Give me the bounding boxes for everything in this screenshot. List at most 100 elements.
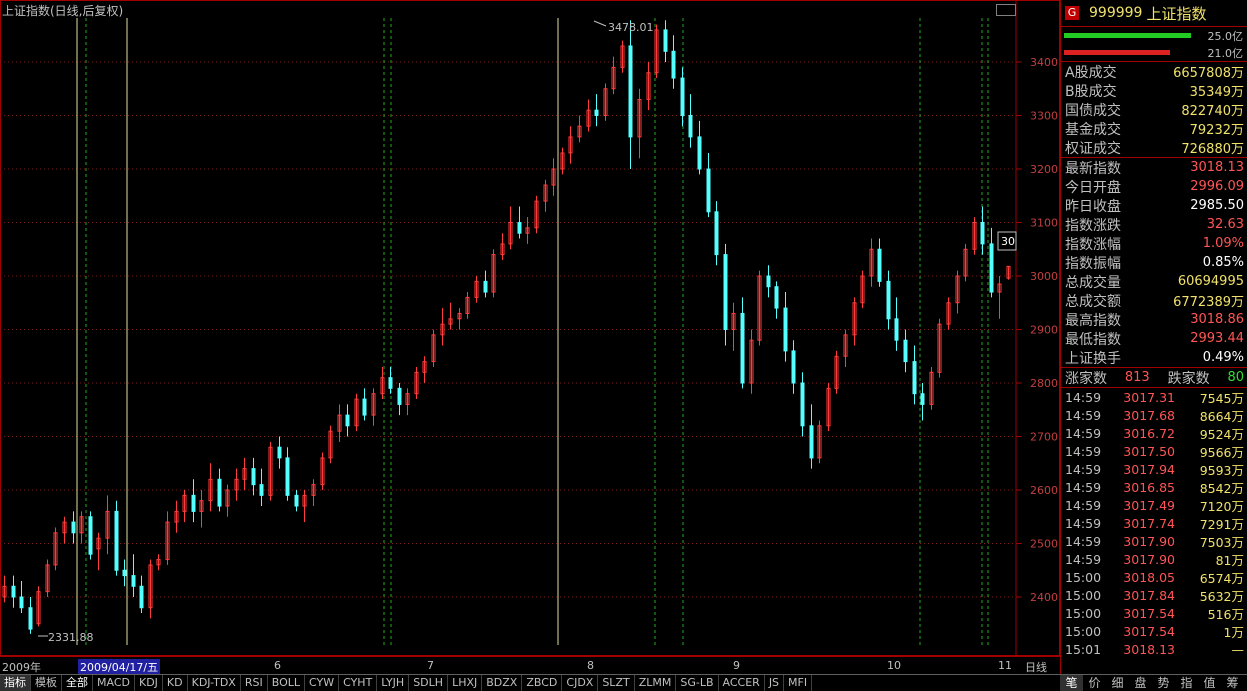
indicator-tab-lyjh[interactable]: LYJH: [377, 675, 410, 691]
tick-time: 15:00: [1065, 623, 1102, 639]
indicator-tab-macd[interactable]: MACD: [93, 675, 135, 691]
tick-price: 3017.90: [1123, 533, 1175, 549]
tick-price: 3017.31: [1123, 389, 1175, 405]
g-badge[interactable]: G: [1065, 6, 1079, 20]
x-label-year: 2009年: [2, 661, 41, 674]
tick-row: 15:00 3018.05 6574万: [1061, 568, 1247, 586]
candle-body: [277, 446, 282, 459]
volume-value: 6657808万: [1173, 66, 1244, 81]
volume-label: 基金成交: [1065, 121, 1121, 138]
indicator-tab-zlmm[interactable]: ZLMM: [635, 675, 677, 691]
indicator-tab-sdlh[interactable]: SDLH: [409, 675, 449, 691]
up-count: 813: [1124, 370, 1150, 385]
indicator-tab-accer[interactable]: ACCER: [719, 675, 765, 691]
volume-value: 726880万: [1181, 142, 1244, 157]
indicator-tab-mfi[interactable]: MFI: [784, 675, 813, 691]
kline-chart[interactable]: 2400 2500 2600 2700 2800 2900 3000 3100 3200 3300…: [0, 0, 1060, 674]
stat-row: 昨日收盘 2985.50: [1061, 196, 1247, 215]
indicator-tab-kdj[interactable]: KDJ: [135, 675, 163, 691]
indicator-tab-cyw[interactable]: CYW: [305, 675, 340, 691]
stat-row: 最低指数 2993.44: [1061, 329, 1247, 348]
y-tick-label: 3400: [1030, 56, 1058, 69]
candle-body: [388, 377, 393, 389]
y-tick-label: 2900: [1030, 324, 1058, 337]
tick-volume: 7291万: [1199, 516, 1244, 532]
panel-tab-1[interactable]: 价: [1083, 675, 1106, 691]
tick-price: 3017.50: [1123, 443, 1175, 459]
candle-body: [920, 393, 925, 405]
indicator-tab-lhxj[interactable]: LHXJ: [448, 675, 483, 691]
tick-time: 14:59: [1065, 497, 1102, 513]
indicator-tab-模板[interactable]: 模板: [31, 675, 62, 691]
tick-list[interactable]: 14:59 3017.31 7545万 14:59 3017.68 8664万 14…: [1061, 388, 1247, 658]
stat-label: 指数涨跌: [1065, 217, 1121, 234]
x-label-month-7: 7: [427, 659, 434, 672]
tick-row: 15:00 3017.54 516万: [1061, 604, 1247, 622]
volume-label: 国债成交: [1065, 102, 1121, 119]
stat-row: 指数振幅 0.85%: [1061, 253, 1247, 272]
indicator-tab-kd[interactable]: KD: [163, 675, 188, 691]
panel-tab-3[interactable]: 盘: [1129, 675, 1152, 691]
indicator-tab-slzt[interactable]: SLZT: [598, 675, 635, 691]
stat-label: 总成交额: [1065, 293, 1121, 310]
candle-body: [663, 29, 668, 52]
chart-maximize-button[interactable]: [996, 4, 1016, 16]
tick-price: 3017.90: [1123, 551, 1175, 567]
indicator-tab-全部[interactable]: 全部: [62, 675, 93, 691]
volume-row: A股成交 6657808万: [1061, 62, 1247, 82]
candle-body: [88, 516, 93, 555]
tick-row: 14:59 3017.74 7291万: [1061, 514, 1247, 532]
tick-volume: 8542万: [1199, 480, 1244, 496]
indicator-tab-kdj-tdx[interactable]: KDJ-TDX: [188, 675, 241, 691]
sell-bar-value: 21.0亿: [1207, 47, 1244, 60]
y-tick-label: 2700: [1030, 431, 1058, 444]
candle-body: [714, 211, 719, 256]
tick-row: 15:00 3017.54 1万: [1061, 622, 1247, 640]
panel-tab-5[interactable]: 指: [1175, 675, 1198, 691]
volume-value: 35349万: [1189, 85, 1244, 100]
stat-label: 最高指数: [1065, 312, 1121, 329]
candle-body: [774, 286, 779, 309]
stat-rows: 最新指数 3018.13 今日开盘 2996.09 昨日收盘 2985.50 指数涨跌…: [1061, 158, 1247, 367]
panel-tab-7[interactable]: 筹: [1221, 675, 1244, 691]
period-label[interactable]: 日线: [1025, 659, 1047, 675]
tick-row: 15:00 3017.84 5632万: [1061, 586, 1247, 604]
volume-row: 国债成交 822740万: [1061, 100, 1247, 120]
indicator-tab-rsi[interactable]: RSI: [241, 675, 268, 691]
panel-tab-0[interactable]: 笔: [1060, 675, 1083, 691]
candle-body: [19, 596, 24, 609]
tick-time: 15:00: [1065, 605, 1102, 621]
indicator-tab-sg-lb[interactable]: SG-LB: [676, 675, 719, 691]
tick-time: 14:59: [1065, 425, 1102, 441]
candle-body: [11, 585, 16, 598]
panel-tab-4[interactable]: 势: [1152, 675, 1175, 691]
x-label-month-11: 11: [998, 659, 1012, 672]
sell-bar-fill: [1064, 50, 1171, 55]
indicator-tab-cyht[interactable]: CYHT: [339, 675, 378, 691]
indicator-tab-js[interactable]: JS: [765, 675, 785, 691]
panel-tab-6[interactable]: 值: [1198, 675, 1221, 691]
candle-body: [362, 398, 367, 416]
candle-body: [594, 109, 599, 117]
stat-row: 指数涨跌 32.63: [1061, 215, 1247, 234]
tick-price: 3016.72: [1123, 425, 1175, 441]
candle-body: [285, 457, 290, 496]
stat-label: 最新指数: [1065, 160, 1121, 177]
candle-body: [114, 510, 119, 571]
y-tick-label: 3300: [1030, 110, 1058, 123]
kline-svg[interactable]: 2400 2500 2600 2700 2800 2900 3000 3100 3200 3300…: [0, 0, 1060, 674]
indicator-tab-boll[interactable]: BOLL: [268, 675, 305, 691]
tick-row: 14:59 3017.31 7545万: [1061, 388, 1247, 406]
tick-row: 14:59 3017.94 9593万: [1061, 460, 1247, 478]
candle-body: [122, 569, 127, 577]
panel-tab-2[interactable]: 细: [1106, 675, 1129, 691]
candle-body: [251, 468, 256, 486]
indicator-tab-指标[interactable]: 指标: [0, 675, 31, 691]
candle-body: [517, 222, 522, 234]
quote-panel: G 999999 上证指数 25.0亿 21.0亿 A股成交 6657808万 B…: [1060, 0, 1247, 674]
candle-body: [697, 136, 702, 170]
indicator-tab-zbcd[interactable]: ZBCD: [522, 675, 563, 691]
chart-title: 上证指数(日线,后复权): [2, 4, 124, 18]
indicator-tab-cjdx[interactable]: CJDX: [562, 675, 599, 691]
indicator-tab-bdzx[interactable]: BDZX: [482, 675, 523, 691]
